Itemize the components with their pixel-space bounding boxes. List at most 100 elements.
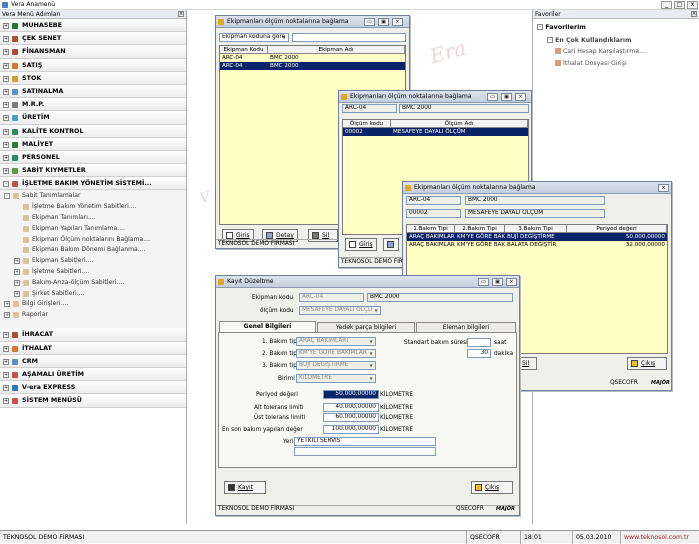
tab-staff[interactable]: Eleman bilgileri	[416, 322, 516, 332]
hours-input[interactable]	[467, 338, 491, 347]
expand-icon[interactable]: +	[3, 88, 9, 95]
collapse-icon[interactable]: -	[547, 37, 553, 43]
menu-item[interactable]: + FİNANSMAN	[0, 45, 186, 59]
maintenance-type-3-select[interactable]: BUJİ DEĞİŞTİRME ▼	[296, 361, 376, 370]
expand-icon[interactable]: +	[3, 128, 9, 135]
maintenance-type-2-select[interactable]: KM'YE GÖRE BAKIMLAR ▼	[296, 349, 376, 358]
close-button[interactable]: ×	[506, 278, 517, 286]
restore-button[interactable]: ▣	[501, 93, 512, 101]
menu-item[interactable]: + SİSTEM MENÜSÜ	[0, 394, 186, 408]
expand-icon[interactable]: +	[3, 372, 9, 378]
submenu-item[interactable]: + Raporlar	[0, 309, 186, 320]
new-button[interactable]: Giriş	[345, 238, 377, 251]
menu-item[interactable]: - İŞLETME BAKIM YÖNETİM SİSTEMİ...	[0, 177, 186, 191]
delete-button[interactable]: Sil	[517, 357, 537, 370]
expand-icon[interactable]: +	[3, 332, 9, 339]
collapse-icon[interactable]: -	[537, 24, 543, 30]
menu-item[interactable]: + SATINALMA	[0, 84, 186, 99]
minimize-button[interactable]: ▭	[487, 93, 498, 101]
close-button[interactable]: ×	[392, 18, 403, 26]
expand-icon[interactable]: +	[14, 269, 20, 276]
expand-icon[interactable]: +	[3, 358, 9, 365]
menu-item[interactable]: + SABİT KIYMETLER	[0, 164, 186, 178]
minimize-button[interactable]: _	[661, 1, 672, 9]
favorites-group[interactable]: - En Çok Kullandıklarım	[547, 37, 632, 44]
filter-select[interactable]: Ekipman koduna göre ▼	[219, 33, 289, 42]
submenu-item[interactable]: - Sabit Tanımlamalar	[0, 190, 186, 201]
table-row[interactable]: ARC-04 BMC 2000	[220, 54, 405, 62]
expand-icon[interactable]: +	[3, 154, 9, 161]
location-input-2[interactable]	[294, 447, 436, 456]
table-row-selected[interactable]: ARC-04 BMC 2000	[220, 62, 405, 70]
close-button[interactable]: x	[687, 1, 698, 9]
submenu-item[interactable]: + İşletme Sabitleri....	[0, 266, 186, 277]
tab-spare-parts[interactable]: Yedek parça bilgileri	[317, 322, 415, 332]
location-input[interactable]: YETKİLİ SERVİS	[294, 437, 436, 446]
status-url[interactable]: www.teknosol.com.tr	[620, 531, 689, 544]
column-header[interactable]: Ölçüm kodu	[343, 120, 391, 127]
expand-icon[interactable]: +	[3, 62, 9, 69]
close-button[interactable]: ×	[515, 93, 526, 101]
upper-tolerance-input[interactable]: 60.000,00000	[323, 413, 379, 422]
exit-button[interactable]: Çıkış	[471, 481, 513, 494]
exit-button[interactable]: Çıkış	[627, 357, 667, 370]
edit-button[interactable]	[383, 238, 399, 251]
collapse-icon[interactable]: -	[3, 181, 9, 188]
table-row-selected[interactable]: ARAÇ BAKIMLARI KM'YE GÖRE BAKIM BUJİ DEĞ…	[407, 233, 667, 241]
restore-button[interactable]: ▣	[492, 278, 503, 286]
restore-button[interactable]: ▣	[378, 18, 389, 26]
expand-icon[interactable]: +	[3, 23, 9, 29]
column-header[interactable]: 1.Bakım Tipi	[407, 225, 455, 232]
favorite-item[interactable]: İthalat Dosyası Girişi	[555, 60, 627, 67]
expand-icon[interactable]: +	[3, 141, 9, 148]
submenu-item[interactable]: + Bakım-Arıza-ölçüm Sabitleri....	[0, 277, 186, 288]
menu-item[interactable]: + MUHASEBE	[0, 19, 186, 33]
expand-icon[interactable]: +	[3, 36, 9, 43]
menu-item[interactable]: + STOK	[0, 71, 186, 85]
column-header[interactable]: 3.Bakım Tipi	[505, 225, 567, 232]
column-header[interactable]: Ekipman Kodu	[220, 46, 268, 53]
pin-icon[interactable]: ×	[178, 11, 184, 17]
submenu-item[interactable]: Ekipman Bakım Dönemi Bağlanma....	[0, 244, 186, 255]
table-row[interactable]: ARAÇ BAKIMLARI KM'YE GÖRE BAKIM BALATA D…	[407, 241, 667, 249]
filter-input[interactable]	[292, 33, 406, 42]
menu-item[interactable]: + İTHALAT	[0, 341, 186, 355]
close-icon[interactable]: ×	[691, 11, 697, 17]
close-button[interactable]: ×	[658, 184, 669, 192]
minimize-button[interactable]: ▭	[478, 278, 489, 286]
expand-icon[interactable]: +	[3, 168, 9, 175]
maximize-button[interactable]: □	[674, 1, 685, 9]
submenu-item[interactable]: Ekipman Yapıları Tanımlama....	[0, 223, 186, 234]
table-row-selected[interactable]: 00002 MESAFEYE DAYALI ÖLÇÜM	[343, 128, 528, 136]
submenu-item[interactable]: + Ekipman Sabitleri....	[0, 255, 186, 266]
save-button[interactable]: Kayıt	[224, 481, 266, 494]
menu-item[interactable]: + CRM	[0, 354, 186, 368]
expand-icon[interactable]: +	[14, 290, 20, 297]
column-header[interactable]: Ölçüm Adı	[391, 120, 528, 127]
favorite-item[interactable]: Cari Hesap Karşılaştırma....	[555, 48, 647, 55]
unit-select[interactable]: KİLOMETRE ▼	[296, 374, 376, 383]
minimize-button[interactable]: ▭	[364, 18, 375, 26]
expand-icon[interactable]: +	[3, 115, 9, 122]
tab-general[interactable]: Genel Bilgileri	[219, 321, 316, 332]
expand-icon[interactable]: +	[4, 301, 10, 308]
expand-icon[interactable]: +	[3, 75, 9, 82]
menu-item[interactable]: + KALİTE KONTROL	[0, 124, 186, 138]
expand-icon[interactable]: +	[3, 398, 9, 405]
menu-item[interactable]: + ÇEK SENET	[0, 32, 186, 46]
expand-icon[interactable]: +	[3, 102, 9, 109]
submenu-item[interactable]: İşletme Bakım Yönetim Sabitleri....	[0, 201, 186, 212]
expand-icon[interactable]: +	[14, 258, 20, 265]
menu-item[interactable]: + İHRACAT	[0, 328, 186, 342]
submenu-item[interactable]: + Şirket Sabitleri....	[0, 288, 186, 299]
menu-item[interactable]: + SATIŞ	[0, 58, 186, 72]
collapse-icon[interactable]: -	[4, 193, 10, 200]
lower-tolerance-input[interactable]: 40.000,00000	[323, 403, 379, 412]
minutes-input[interactable]: 30	[467, 349, 491, 358]
last-maintenance-input[interactable]: 100.000,00000	[323, 425, 379, 434]
period-input[interactable]: 50.000,00000	[323, 390, 379, 399]
maintenance-type-1-select[interactable]: ARAÇ BAKIMLARI ▼	[296, 337, 376, 346]
expand-icon[interactable]: +	[3, 49, 9, 56]
measurement-code-select[interactable]: MESAFEYE DAYALI ÖLÇÜ ▼	[299, 306, 381, 315]
menu-item[interactable]: + AŞAMALI ÜRETİM	[0, 368, 186, 382]
